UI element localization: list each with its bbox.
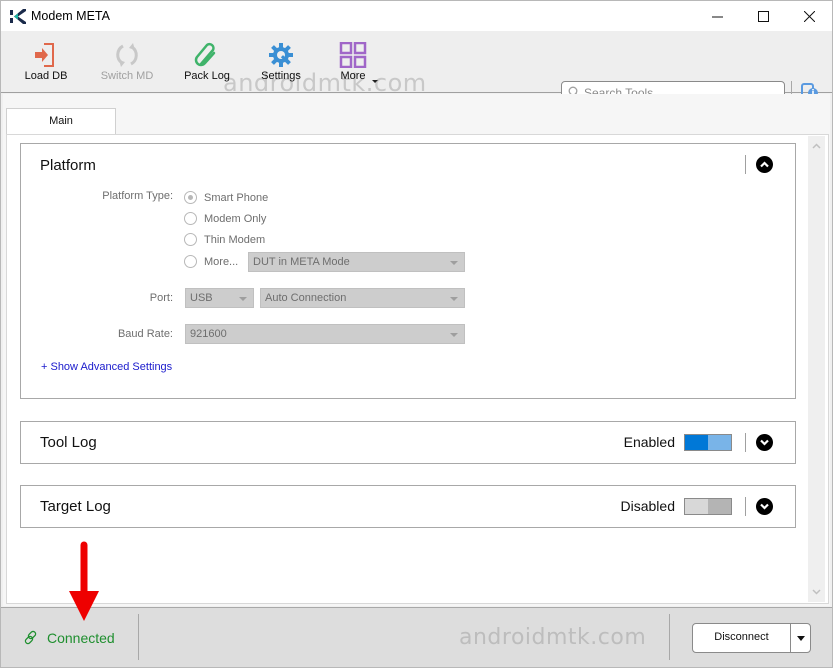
toggle-knob	[708, 435, 731, 450]
panel-divider	[745, 155, 746, 174]
load-db-button[interactable]: Load DB	[16, 31, 76, 91]
dropdown-caret-icon	[450, 333, 458, 337]
target-log-panel: Target Log Disabled	[20, 485, 796, 528]
tool-log-panel: Tool Log Enabled	[20, 421, 796, 464]
connection-value: Auto Connection	[265, 292, 347, 304]
close-icon	[803, 10, 815, 22]
port-value: USB	[190, 292, 213, 304]
load-db-label: Load DB	[24, 70, 68, 82]
radio-more[interactable]	[184, 255, 197, 268]
more-mode-value: DUT in META Mode	[253, 256, 350, 268]
switch-md-label: Switch MD	[100, 70, 154, 82]
modem-meta-window: Modem META androidmtk.com Load DB Switch…	[0, 0, 833, 668]
pack-log-button[interactable]: Pack Log	[177, 31, 237, 91]
expand-tool-log-button[interactable]	[756, 434, 773, 451]
platform-panel: Platform Platform Type: Smart Phone Mode…	[20, 143, 796, 399]
baud-rate-label: Baud Rate:	[117, 328, 173, 340]
chevron-down-icon	[760, 439, 769, 446]
red-annotation-arrow-icon	[69, 541, 99, 621]
baud-rate-value: 921600	[190, 328, 227, 340]
dropdown-caret-icon	[450, 297, 458, 301]
scroll-up-arrow-icon[interactable]	[812, 142, 821, 151]
grid-icon	[339, 42, 367, 68]
disconnect-button[interactable]: Disconnect	[692, 623, 811, 653]
dropdown-caret-icon	[239, 297, 247, 301]
target-log-status: Disabled	[620, 498, 675, 514]
scroll-down-arrow-icon[interactable]	[812, 587, 821, 596]
collapse-platform-button[interactable]	[756, 156, 773, 173]
target-log-title: Target Log	[40, 498, 111, 515]
statusbar-divider	[669, 614, 670, 660]
connection-select[interactable]: Auto Connection	[260, 288, 465, 308]
maximize-icon	[757, 10, 769, 22]
radio-modem-only-label: Modem Only	[204, 213, 267, 225]
app-logo-icon	[10, 9, 26, 24]
title-bar: Modem META	[1, 1, 832, 31]
switch-md-icon	[116, 43, 138, 67]
toggle-off-segment	[708, 499, 731, 514]
panel-divider	[745, 497, 746, 516]
split-divider	[790, 624, 791, 652]
settings-label: Settings	[261, 70, 301, 82]
load-db-icon	[35, 43, 54, 67]
chevron-down-icon	[760, 503, 769, 510]
radio-smart-phone[interactable]	[184, 191, 197, 204]
platform-title: Platform	[40, 157, 96, 174]
tool-log-toggle[interactable]	[684, 434, 732, 451]
toggle-on-segment	[685, 435, 708, 450]
tool-log-status: Enabled	[623, 434, 675, 450]
baud-rate-select[interactable]: 921600	[185, 324, 465, 344]
close-button[interactable]	[786, 1, 832, 31]
switch-md-button[interactable]: Switch MD	[94, 31, 160, 91]
show-advanced-settings-link[interactable]: + Show Advanced Settings	[41, 361, 172, 373]
status-bar: Connected androidmtk.com Disconnect	[1, 607, 832, 667]
settings-button[interactable]: Settings	[253, 31, 309, 91]
more-dropdown-caret-icon[interactable]	[372, 80, 378, 83]
window-title: Modem META	[31, 9, 110, 23]
tab-main[interactable]: Main	[6, 108, 116, 134]
minimize-icon	[711, 16, 723, 17]
link-icon	[24, 630, 37, 645]
tab-container: Main Platform Platform Type: Smart Phone…	[3, 94, 830, 606]
radio-thin-modem-label: Thin Modem	[204, 234, 266, 246]
more-label: More	[340, 70, 366, 82]
disconnect-label: Disconnect	[714, 631, 769, 643]
disconnect-dropdown-caret-icon[interactable]	[797, 636, 805, 641]
vertical-scrollbar[interactable]	[808, 136, 825, 602]
statusbar-divider	[138, 614, 139, 660]
more-button[interactable]: More	[331, 31, 375, 91]
gear-icon	[269, 43, 293, 67]
toolbar: androidmtk.com Load DB Switch MD Pack Lo	[1, 31, 832, 104]
port-label: Port:	[149, 292, 173, 304]
radio-modem-only[interactable]	[184, 212, 197, 225]
expand-target-log-button[interactable]	[756, 498, 773, 515]
radio-thin-modem[interactable]	[184, 233, 197, 246]
tool-log-title: Tool Log	[40, 434, 97, 451]
main-tab-content: Platform Platform Type: Smart Phone Mode…	[6, 134, 829, 604]
paperclip-icon	[194, 42, 216, 67]
pack-log-label: Pack Log	[184, 70, 230, 82]
platform-type-label: Platform Type:	[102, 190, 173, 202]
connection-status: Connected	[47, 630, 115, 646]
watermark: androidmtk.com	[459, 625, 647, 650]
port-select[interactable]: USB	[185, 288, 254, 308]
chevron-up-icon	[760, 161, 769, 168]
dropdown-caret-icon	[450, 261, 458, 265]
more-mode-select[interactable]: DUT in META Mode	[248, 252, 465, 272]
radio-smart-phone-label: Smart Phone	[204, 192, 269, 204]
minimize-button[interactable]	[694, 1, 740, 31]
maximize-button[interactable]	[740, 1, 786, 31]
panel-divider	[745, 433, 746, 452]
target-log-toggle[interactable]	[684, 498, 732, 515]
radio-more-label: More...	[204, 256, 239, 268]
toggle-knob	[685, 499, 708, 514]
